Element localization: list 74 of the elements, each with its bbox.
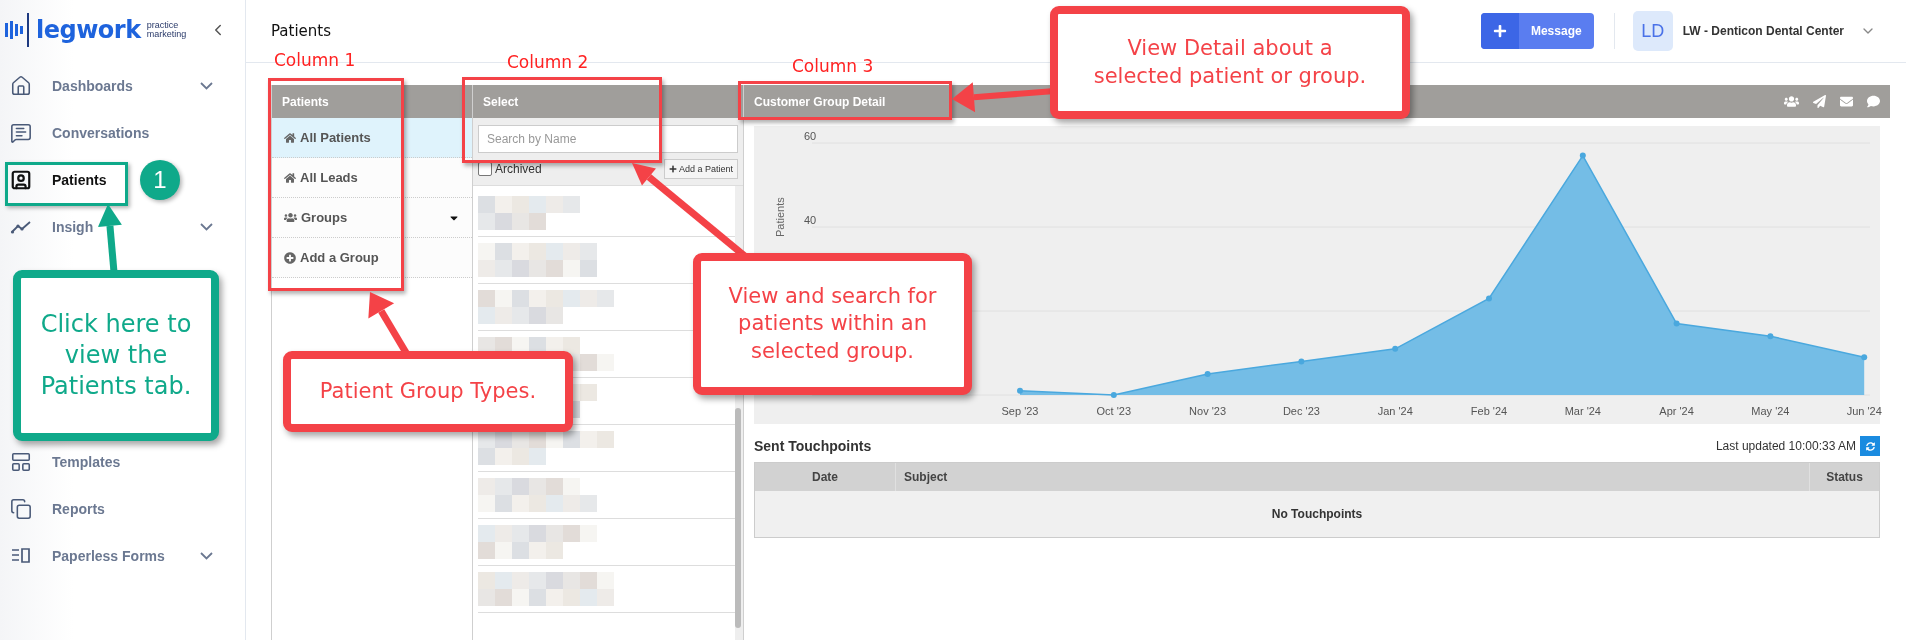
annotation-label: Column 2 — [507, 52, 589, 72]
column-header: Patients — [272, 85, 472, 118]
page-title: Patients — [271, 22, 332, 40]
data-point — [1204, 371, 1211, 377]
nav-item[interactable]: Patients — [10, 168, 107, 191]
account-name[interactable]: LW - Denticon Dental Center — [1682, 24, 1844, 38]
home-icon — [10, 74, 32, 97]
axis-tick-label: Nov '23 — [1189, 405, 1227, 417]
data-point — [1110, 392, 1117, 398]
add-patient-button[interactable]: Add a Patient — [663, 159, 738, 179]
annotation-label: Column 3 — [792, 56, 874, 76]
callout-arrow — [98, 204, 122, 273]
section-title: Sent Touchpoints — [754, 438, 873, 454]
axis-label: Patients — [774, 197, 786, 237]
users-icon — [284, 211, 297, 224]
documents-icon — [10, 497, 32, 520]
nav-item[interactable]: Dashboards — [10, 74, 133, 97]
logo-tagline: practice marketing — [146, 21, 187, 39]
axis-tick-label: Oct '23 — [1096, 405, 1132, 417]
chat-icon — [10, 121, 32, 144]
empty-message: No Touchpoints — [755, 491, 1879, 537]
axis-tick-label: Sep '23 — [1001, 405, 1039, 417]
last-updated-text: Last updated 10:00:33 AM — [1715, 439, 1856, 453]
contact-card-icon — [10, 168, 32, 191]
data-point — [1767, 333, 1774, 340]
checkbox-label: Archived — [495, 162, 543, 176]
refresh-button[interactable] — [1860, 436, 1880, 456]
callout: View and search for patients within an selected group. — [693, 253, 972, 395]
axis-tick-label: Dec '23 — [1282, 405, 1320, 417]
plus-icon — [1492, 24, 1507, 38]
column-heading: Date — [811, 469, 839, 486]
nav-item[interactable]: Conversations — [10, 121, 150, 144]
add-icon — [284, 251, 296, 264]
column-header: Select — [473, 85, 743, 118]
callout: Patient Group Types. — [283, 351, 573, 432]
home-icon — [284, 171, 296, 184]
envelope-icon[interactable] — [1840, 95, 1853, 108]
callout: View Detail about a selected patient or group. — [1050, 6, 1410, 119]
template-icon — [10, 450, 32, 473]
home-icon — [284, 131, 296, 144]
users-icon[interactable] — [1784, 94, 1799, 109]
axis-tick-label: Jun '24 — [1846, 405, 1882, 417]
group-item[interactable]: All Patients — [272, 118, 472, 158]
refresh-icon — [1865, 441, 1875, 451]
nav-item[interactable]: Templates — [10, 450, 121, 473]
nav-item[interactable]: Insigh — [10, 215, 94, 238]
axis-tick-label: Apr '24 — [1659, 405, 1694, 417]
send-icon[interactable] — [1813, 95, 1826, 108]
axis-tick-label: Jan '24 — [1377, 405, 1413, 417]
avatar[interactable]: LD — [1632, 11, 1673, 51]
data-point — [1673, 320, 1680, 327]
logo-icon — [4, 13, 30, 47]
column-header: Customer Group Detail — [754, 94, 887, 109]
scrollbar-thumb[interactable] — [735, 408, 741, 628]
callout: Click here to view the Patients tab. — [13, 270, 219, 441]
annotation-label: Column 1 — [274, 50, 356, 70]
data-point — [1579, 152, 1586, 159]
search-field[interactable]: Search by Name — [478, 125, 738, 153]
data-point — [1486, 295, 1492, 302]
axis-tick-label: 60 — [804, 130, 817, 142]
axis-tick-label: Feb '24 — [1470, 405, 1508, 417]
data-point — [1392, 345, 1399, 352]
logo-text: legwork — [36, 16, 141, 44]
nav-item[interactable]: Paperless Forms — [10, 544, 165, 567]
message-button[interactable]: Message — [1480, 13, 1594, 49]
axis-tick-label: Mar '24 — [1564, 405, 1601, 417]
comment-icon[interactable] — [1867, 95, 1880, 108]
axis-tick-label: 40 — [804, 214, 817, 226]
plus-icon — [668, 165, 677, 173]
nav-item[interactable]: Reports — [10, 497, 105, 520]
axis-tick-label: May '24 — [1751, 405, 1790, 417]
data-point — [1017, 387, 1023, 394]
data-point — [1298, 358, 1305, 365]
data-point — [1861, 354, 1868, 361]
